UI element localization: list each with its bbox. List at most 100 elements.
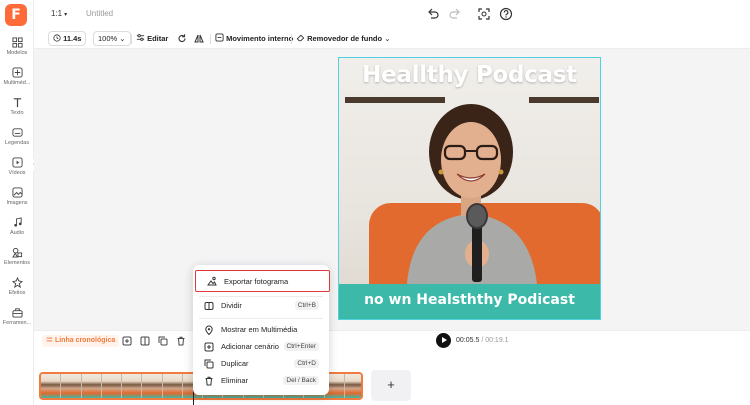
sidebar-label: Vídeos xyxy=(8,170,26,176)
timeline-icon xyxy=(46,337,53,342)
menu-item-split[interactable]: Dividir Ctrl+B xyxy=(193,298,329,314)
shortcut-badge: Ctrl+B xyxy=(294,301,319,310)
canvas-area[interactable]: Heallthy Podcast no wn Healsththy Podica… xyxy=(34,49,750,330)
undo-icon[interactable] xyxy=(426,7,440,21)
motion-button[interactable]: Movimento interno xyxy=(215,32,293,45)
menu-divider xyxy=(199,296,323,297)
delete-icon[interactable] xyxy=(176,336,186,346)
help-icon[interactable] xyxy=(499,7,513,21)
duration-button[interactable]: 11.4s xyxy=(48,31,87,46)
duplicate-icon xyxy=(204,359,214,369)
sidebar-item-media[interactable]: Multiméd... xyxy=(0,67,34,95)
chevron-down-icon: ▾ xyxy=(64,12,68,18)
clip-frame-thumbnail xyxy=(142,374,163,398)
menu-item-add-scene[interactable]: Adicionar cenário Ctrl+Enter xyxy=(193,339,329,355)
shortcut-badge: Ctrl+D xyxy=(294,359,319,368)
sliders-icon xyxy=(136,34,145,41)
add-track-icon[interactable] xyxy=(122,336,132,346)
duration-value: 11.4s xyxy=(63,34,82,43)
play-button[interactable] xyxy=(436,333,451,348)
motion-label: Movimento interno xyxy=(226,34,294,43)
zoom-value: 100% xyxy=(98,34,118,43)
toolbar-divider xyxy=(131,34,132,44)
menu-item-label: Exportar fotograma xyxy=(224,277,289,286)
menu-item-export-frame[interactable]: Exportar fotograma xyxy=(195,270,330,292)
sidebar-item-audio[interactable]: Áudio xyxy=(0,217,34,245)
top-bar: 1:1 ▾ Untitled xyxy=(34,0,750,28)
text-icon xyxy=(13,98,21,108)
current-time: 00:05.5 xyxy=(456,337,480,344)
redo-icon[interactable] xyxy=(448,7,462,21)
clip-frame-thumbnail xyxy=(41,374,62,398)
split-tool-icon[interactable] xyxy=(140,336,150,346)
sidebar-item-text[interactable]: Texto xyxy=(0,97,34,125)
clip-frame-thumbnail xyxy=(344,374,361,398)
timeline-header: Linha cronológica 00:05.5 / 00:19.1 xyxy=(34,330,750,350)
sidebar-item-subtitles[interactable]: Legendas xyxy=(0,127,34,155)
menu-item-label: Adicionar cenário xyxy=(221,342,279,351)
menu-item-show-in-media[interactable]: Mostrar em Multimédia xyxy=(193,322,329,338)
sidebar-label: Imagens xyxy=(6,200,28,206)
edit-toolbar: 11.4s 100% ⌄ Editar Movimento interno Re… xyxy=(34,28,750,49)
clip-frame-thumbnail xyxy=(61,374,82,398)
add-scene-icon xyxy=(204,342,214,352)
clip-frame-thumbnail xyxy=(101,374,122,398)
sidebar-label: Texto xyxy=(10,110,24,116)
effects-icon xyxy=(11,277,23,288)
background-remover-button[interactable]: Removedor de fundo ⌄ xyxy=(296,32,391,45)
shortcut-badge: Ctrl+Enter xyxy=(283,342,319,351)
aspect-ratio-value: 1:1 xyxy=(51,9,63,18)
locate-icon xyxy=(205,325,213,335)
sidebar-label: Áudio xyxy=(9,230,25,236)
add-clip-button[interactable]: + xyxy=(371,370,411,401)
image-icon xyxy=(11,187,23,198)
motion-icon xyxy=(215,33,224,42)
timeline-label[interactable]: Linha cronológica xyxy=(42,335,120,347)
cover-subtitle[interactable]: no wn Healsththy Podicast xyxy=(339,292,600,308)
sidebar-item-templates[interactable]: Modelos xyxy=(0,37,34,65)
sidebar-label: Legendas xyxy=(4,140,30,146)
app-logo[interactable]: F xyxy=(5,4,27,26)
export-frame-icon xyxy=(207,276,217,286)
context-menu: Exportar fotograma Dividir Ctrl+B Mostra… xyxy=(193,265,330,395)
zoom-select[interactable]: 100% ⌄ xyxy=(93,31,131,46)
clip-frame-thumbnail xyxy=(122,374,143,398)
podcast-host-photo xyxy=(407,104,537,284)
edit-button[interactable]: Editar xyxy=(136,32,168,45)
sidebar-label: Multiméd... xyxy=(3,80,31,86)
timeline-label-text: Linha cronológica xyxy=(54,337,116,344)
timeline-track-area[interactable]: + xyxy=(34,350,750,405)
templates-icon xyxy=(11,37,23,48)
aspect-ratio-select[interactable]: 1:1 ▾ xyxy=(51,9,67,18)
subtitles-icon xyxy=(11,128,23,137)
sidebar-label: Modelos xyxy=(6,50,28,56)
sidebar-item-effects[interactable]: Efeitos xyxy=(0,277,34,305)
flip-icon[interactable] xyxy=(194,32,204,45)
background-remover-label: Removedor de fundo xyxy=(307,34,383,43)
sidebar-item-tools[interactable]: Ferramen... xyxy=(0,307,34,335)
menu-item-label: Dividir xyxy=(221,301,242,310)
menu-item-delete[interactable]: Eliminar Del / Back xyxy=(193,373,329,389)
menu-item-duplicate[interactable]: Duplicar Ctrl+D xyxy=(193,356,329,372)
sidebar-item-images[interactable]: Imagens xyxy=(0,187,34,215)
menu-divider xyxy=(199,318,323,319)
podcast-cover-frame[interactable]: Heallthy Podcast no wn Healsththy Podica… xyxy=(338,57,601,320)
document-title[interactable]: Untitled xyxy=(86,9,113,18)
clock-icon xyxy=(53,34,61,42)
shortcut-badge: Del / Back xyxy=(283,376,319,385)
toolbar-divider xyxy=(210,34,211,44)
screen-capture-icon[interactable] xyxy=(477,7,491,21)
sidebar-label: Elementos xyxy=(4,260,30,266)
copy-icon[interactable] xyxy=(158,336,168,346)
edit-label: Editar xyxy=(147,34,169,43)
clip-frame-thumbnail xyxy=(162,374,183,398)
cover-title[interactable]: Heallthy Podcast xyxy=(339,62,600,88)
sidebar-label: Ferramen... xyxy=(2,320,32,326)
split-icon xyxy=(204,302,214,310)
rotate-icon[interactable] xyxy=(177,32,187,45)
elements-icon xyxy=(11,247,22,258)
sidebar-item-elements[interactable]: Elementos xyxy=(0,247,34,275)
sidebar-item-videos[interactable]: Vídeos xyxy=(0,157,34,185)
left-sidebar: F Modelos Multiméd... Texto Legendas Víd… xyxy=(0,0,34,405)
eraser-icon xyxy=(296,34,305,42)
